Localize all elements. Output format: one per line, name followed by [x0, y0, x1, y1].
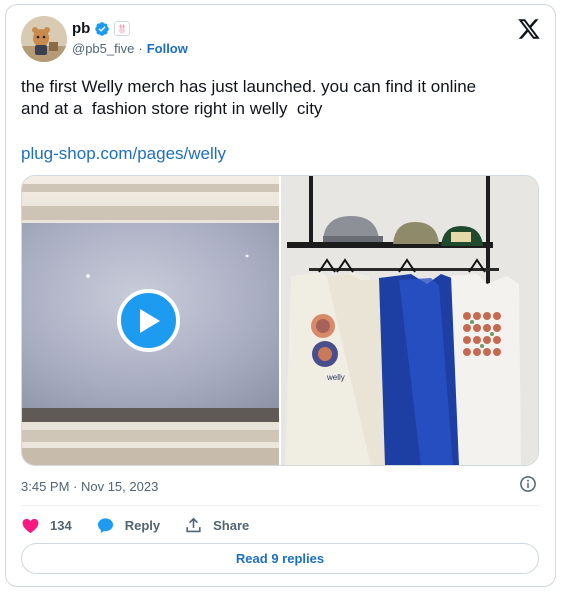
tweet-link[interactable]: plug-shop.com/pages/welly — [21, 144, 226, 164]
action-bar: 134 Reply Share — [21, 513, 273, 537]
play-button[interactable] — [117, 289, 180, 352]
share-icon — [186, 517, 201, 532]
tweet-text: the first Welly merch has just launched.… — [21, 77, 477, 118]
bunny-icon — [119, 24, 126, 33]
heart-icon — [22, 518, 39, 533]
reply-label: Reply — [124, 517, 161, 533]
x-logo-icon[interactable] — [517, 17, 541, 41]
verified-badge-icon — [95, 21, 110, 36]
media-grid: welly — [21, 175, 539, 466]
display-name[interactable]: pb — [72, 20, 90, 37]
like-count: 134 — [50, 517, 72, 533]
merch-rack-image: welly — [281, 176, 538, 465]
play-icon — [139, 308, 160, 333]
avatar-image — [21, 16, 67, 62]
tweet-card: pb @pb5_five · Follow the first Welly me… — [5, 4, 556, 587]
separator: · — [138, 41, 143, 56]
video-thumbnail[interactable] — [22, 176, 279, 465]
like-button[interactable]: 134 — [21, 516, 72, 535]
affiliate-badge-icon[interactable] — [114, 21, 131, 36]
photo-thumbnail[interactable]: welly — [281, 176, 538, 465]
read-replies-button[interactable]: Read 9 replies — [21, 543, 539, 574]
divider — [21, 505, 540, 506]
share-label: Share — [213, 517, 250, 533]
handle[interactable]: @pb5_five — [72, 41, 134, 56]
author-name-row: pb — [72, 20, 131, 37]
shirt-print-text: welly — [326, 373, 345, 382]
handle-row: @pb5_five · Follow — [72, 41, 188, 56]
timestamp[interactable]: 3:45 PM · Nov 15, 2023 — [21, 479, 158, 494]
avatar[interactable] — [21, 16, 67, 62]
reply-icon — [97, 517, 113, 533]
share-button[interactable]: Share — [184, 516, 249, 535]
reply-button[interactable]: Reply — [96, 516, 160, 535]
follow-button[interactable]: Follow — [147, 41, 188, 56]
info-icon[interactable] — [519, 475, 537, 493]
